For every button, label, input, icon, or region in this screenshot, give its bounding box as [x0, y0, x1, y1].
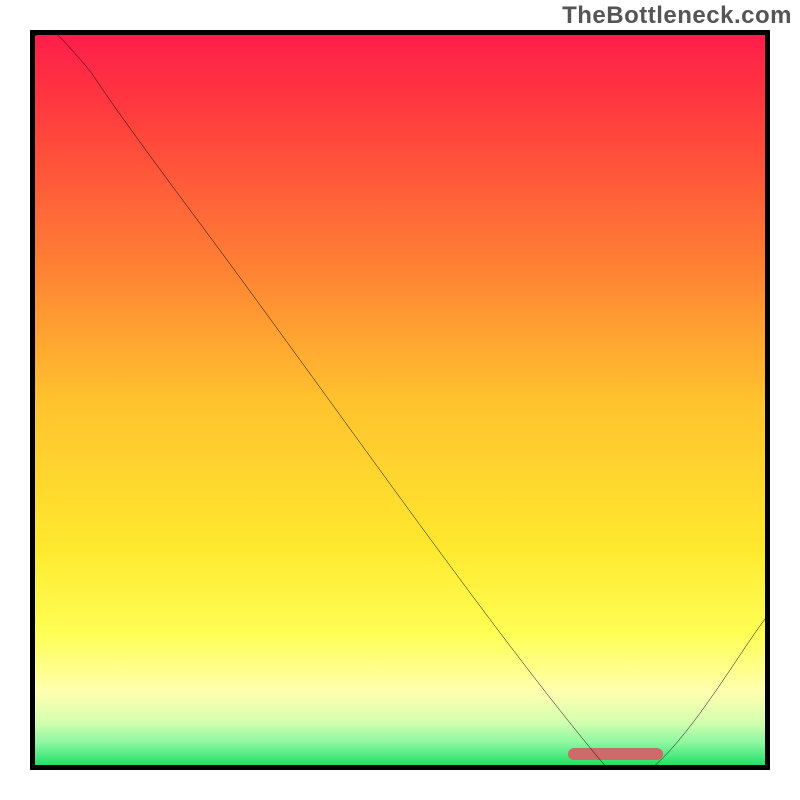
bottleneck-curve [35, 35, 765, 765]
plot-area [30, 30, 770, 770]
curve-path [35, 35, 765, 765]
watermark-text: TheBottleneck.com [562, 2, 792, 30]
chart-frame: TheBottleneck.com [0, 0, 800, 800]
